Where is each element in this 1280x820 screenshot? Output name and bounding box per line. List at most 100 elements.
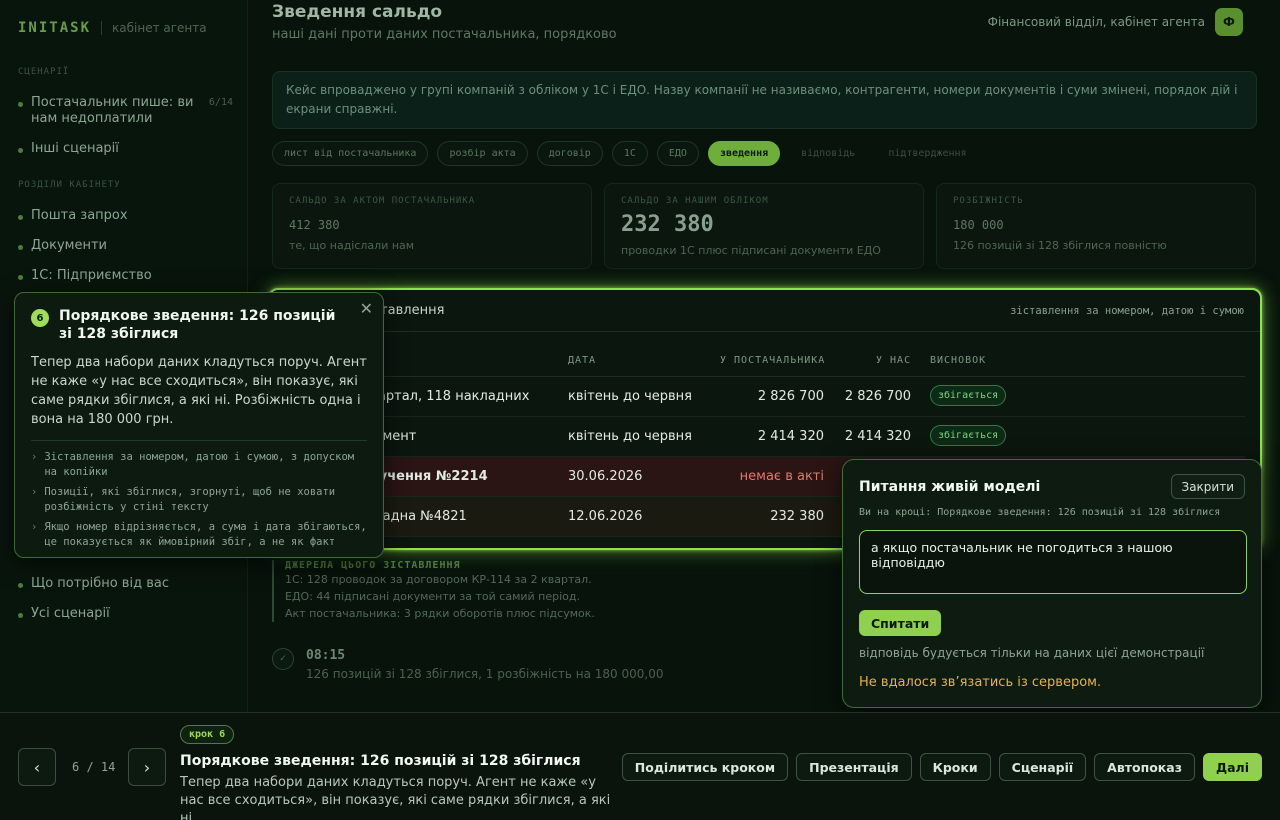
steps-button[interactable]: Кроки: [919, 753, 991, 781]
sidebar-item-mail[interactable]: Пошта запрох: [18, 208, 233, 223]
close-button[interactable]: Закрити: [1170, 474, 1245, 499]
close-icon[interactable]: ✕: [360, 299, 373, 318]
sidebar-item-1c[interactable]: 1С: Підприємство: [18, 268, 233, 283]
question-input[interactable]: а якщо постачальник не погодиться з нашо…: [859, 530, 1247, 594]
department-label: Фінансовий відділ, кабінет агента: [987, 15, 1205, 29]
case-notice: Кейс впроваджено у групі компаній з облі…: [272, 71, 1257, 129]
stat-discrepancy: РОЗБІЖНІСТЬ 180 000 126 позицій зі 128 з…: [936, 183, 1256, 269]
sidebar-item-other-scenarios[interactable]: Інші сценарії: [18, 141, 233, 156]
step-chips: лист від постачальника розбір акта догов…: [272, 141, 979, 166]
chip-1c[interactable]: 1С: [611, 141, 648, 166]
avatar[interactable]: Ф: [1215, 8, 1243, 36]
brand-logo: INITASK: [18, 20, 92, 36]
divider: [31, 440, 367, 441]
stat-our-balance: САЛЬДО ЗА НАШИМ ОБЛІКОМ 232 380 проводки…: [604, 183, 924, 269]
timeline-text: 126 позицій зі 128 збіглися, 1 розбіжніс…: [306, 667, 664, 681]
sidebar-item-label: Документи: [31, 238, 107, 253]
panel-title: Питання живій моделі: [859, 479, 1041, 495]
sidebar-item-label: Інші сценарії: [31, 141, 119, 156]
sidebar-item-label: Що потрібно від вас: [31, 576, 169, 591]
cell-date: квітень до червня: [568, 389, 692, 404]
cell-supplier-amount: немає в акті: [739, 469, 824, 484]
sidebar-item-scenario-current[interactable]: Постачальник пише: ви нам недоплатили 6/…: [18, 95, 233, 127]
stat-value: 412 380: [289, 218, 340, 232]
chip-act-analysis[interactable]: розбір акта: [437, 141, 528, 166]
status-badge: збігається: [930, 385, 1007, 406]
bullet-icon: [18, 275, 23, 280]
presentation-button[interactable]: Презентація: [796, 753, 912, 781]
tooltip-bullet-text: Якщо номер відрізняється, а сума і дата …: [44, 521, 367, 548]
card-hint: зіставлення за номером, датою і сумою: [1010, 305, 1244, 317]
sources-line: 1С: 128 проводок за договором КР-114 за …: [285, 573, 592, 586]
stat-value: 232 380: [621, 212, 714, 237]
table-row[interactable]: документ квітень до червня 2 414 320 2 4…: [270, 417, 1245, 457]
scenarios-button[interactable]: Сценарії: [998, 753, 1087, 781]
column-conclusion: ВИСНОВОК: [930, 355, 987, 366]
chevron-left-icon: ‹: [33, 757, 41, 777]
chip-response[interactable]: відповідь: [789, 141, 867, 166]
chevron-right-icon: ›: [31, 521, 38, 533]
sidebar-item-needed-from-you[interactable]: Що потрібно від вас: [18, 576, 233, 591]
stat-label: САЛЬДО ЗА АКТОМ ПОСТАЧАЛЬНИКА: [289, 196, 476, 206]
tour-tooltip: ✕ 6 Порядкове зведення: 126 позицій зі 1…: [14, 292, 384, 558]
next-button[interactable]: Далі: [1202, 753, 1262, 781]
cell-our-amount: 2 414 320: [844, 429, 911, 444]
tour-bottom-bar: ‹ 6 / 14 › крок 6 Порядкове зведення: 12…: [0, 712, 1280, 820]
cell-date: 12.06.2026: [568, 509, 643, 524]
header-user: Фінансовий відділ, кабінет агента Ф: [988, 8, 1243, 36]
ask-button[interactable]: Спитати: [859, 610, 942, 636]
bullet-icon: [18, 148, 23, 153]
stat-note: 126 позицій зі 128 збіглися повністю: [953, 239, 1167, 252]
cell-supplier-amount: 232 380: [770, 509, 824, 524]
brand-divider: [101, 21, 103, 35]
sidebar-item-label: Усі сценарії: [31, 606, 110, 621]
step-description: Тепер два набори даних кладуться поруч. …: [180, 775, 611, 820]
sources-line: Акт постачальника: 3 рядки оборотів плюс…: [285, 607, 595, 620]
timeline-time: 08:15: [306, 648, 346, 663]
tooltip-bullet: › Якщо номер відрізняється, а сума і дат…: [31, 520, 367, 550]
chevron-right-icon: ›: [31, 486, 38, 498]
next-step-arrow-button[interactable]: ›: [128, 748, 166, 786]
sidebar-item-all-scenarios[interactable]: Усі сценарії: [18, 606, 233, 621]
bullet-icon: [18, 102, 23, 107]
sidebar-item-label: Пошта запрох: [31, 208, 128, 223]
cell-supplier-amount: 2 414 320: [757, 429, 824, 444]
step-badge: крок 6: [180, 725, 235, 744]
sidebar-item-count: 6/14: [208, 97, 233, 108]
brand: INITASK кабінет агента: [18, 20, 207, 36]
prev-step-button[interactable]: ‹: [18, 748, 56, 786]
share-step-button[interactable]: Поділитись кроком: [621, 753, 789, 781]
card-header: Порядкове зіставлення зіставлення за ном…: [270, 290, 1260, 332]
balance-stats: САЛЬДО ЗА АКТОМ ПОСТАЧАЛЬНИКА 412 380 те…: [272, 183, 1256, 269]
chip-reconciliation[interactable]: зведення: [707, 141, 781, 166]
table-row[interactable]: 2 квартал, 118 накладних квітень до черв…: [270, 377, 1245, 417]
sources-line: ЕДО: 44 підписані документи за той самий…: [285, 590, 581, 603]
check-icon: ✓: [272, 648, 294, 670]
step-context: Ви на кроці: Порядкове зведення: 126 поз…: [859, 507, 1221, 518]
step-counter: 6 / 14: [72, 760, 116, 774]
step-title: Порядкове зведення: 126 позицій зі 128 з…: [180, 753, 581, 769]
brand-subtitle: кабінет агента: [112, 21, 207, 35]
sidebar-section-cabinet: РОЗДІЛИ КАБІНЕТУ: [18, 180, 121, 190]
chevron-right-icon: ›: [31, 451, 38, 463]
sidebar-section-scenarios: СЦЕНАРІЇ: [18, 67, 70, 77]
chip-supplier-letter[interactable]: лист від постачальника: [272, 141, 429, 166]
bullet-icon: [18, 583, 23, 588]
sidebar-item-documents[interactable]: Документи: [18, 238, 233, 253]
cell-date: 30.06.2026: [568, 469, 643, 484]
tooltip-bullet: › Зіставлення за номером, датою і сумою,…: [31, 450, 367, 480]
tooltip-bullet: › Позиції, які збіглися, згорнуті, щоб н…: [31, 485, 367, 515]
sources-block: ДЖЕРЕЛА ЦЬОГО ЗІСТАВЛЕННЯ 1С: 128 провод…: [272, 560, 872, 622]
chip-edo[interactable]: ЕДО: [656, 141, 699, 166]
status-badge: збігається: [930, 425, 1007, 446]
chip-confirmation[interactable]: підтвердження: [876, 141, 978, 166]
page-title: Зведення сальдо: [272, 2, 443, 22]
cell-supplier-amount: 2 826 700: [757, 389, 824, 404]
tooltip-body: Тепер два набори даних кладуться поруч. …: [31, 355, 367, 427]
answer-note: відповідь будується тільки на даних цієї…: [859, 646, 1205, 660]
autoplay-button[interactable]: Автопоказ: [1094, 753, 1195, 781]
chip-contract[interactable]: договір: [536, 141, 603, 166]
chevron-right-icon: ›: [143, 757, 151, 777]
bullet-icon: [18, 215, 23, 220]
column-ours: У НАС: [876, 355, 912, 366]
